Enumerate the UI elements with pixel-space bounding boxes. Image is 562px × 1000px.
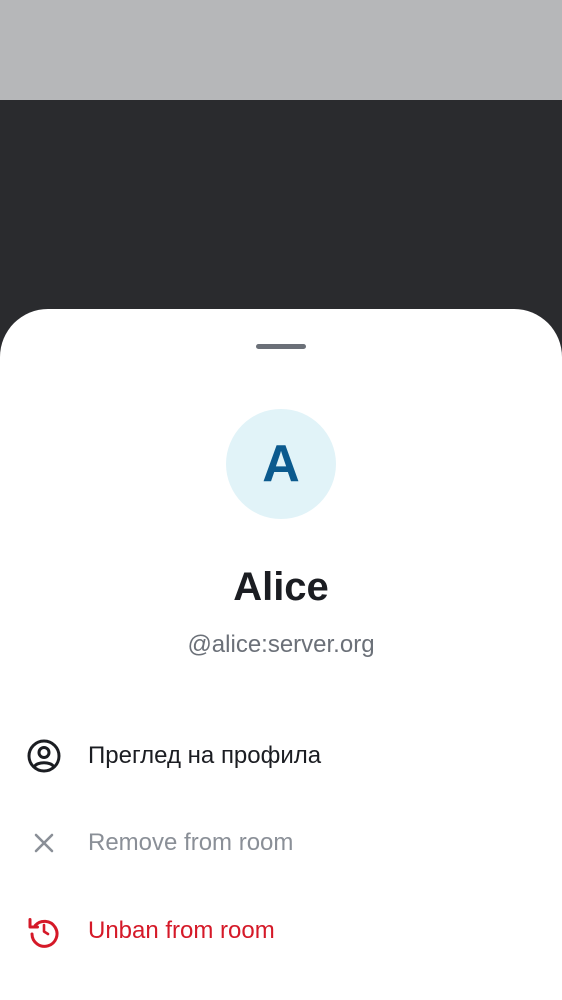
view-profile-label: Преглед на профила: [88, 742, 322, 769]
unban-from-room-label: Unban from room: [88, 917, 275, 944]
avatar-initial: A: [262, 435, 300, 493]
remove-from-room-button[interactable]: Remove from room: [0, 799, 562, 887]
close-icon: [26, 825, 62, 861]
restart-icon: [26, 913, 62, 949]
user-profile-icon: [26, 738, 62, 774]
user-id: @alice:server.org: [187, 631, 375, 658]
status-bar: [0, 0, 562, 100]
screen: A Alice @alice:server.org Преглед на про…: [0, 0, 562, 1000]
unban-from-room-button[interactable]: Unban from room: [0, 887, 562, 975]
remove-from-room-label: Remove from room: [88, 829, 294, 856]
user-display-name: Alice: [233, 565, 329, 609]
view-profile-button[interactable]: Преглед на профила: [0, 712, 562, 800]
user-bottom-sheet: A Alice @alice:server.org Преглед на про…: [0, 309, 562, 1000]
drag-handle[interactable]: [256, 344, 306, 349]
avatar: A: [226, 409, 336, 519]
